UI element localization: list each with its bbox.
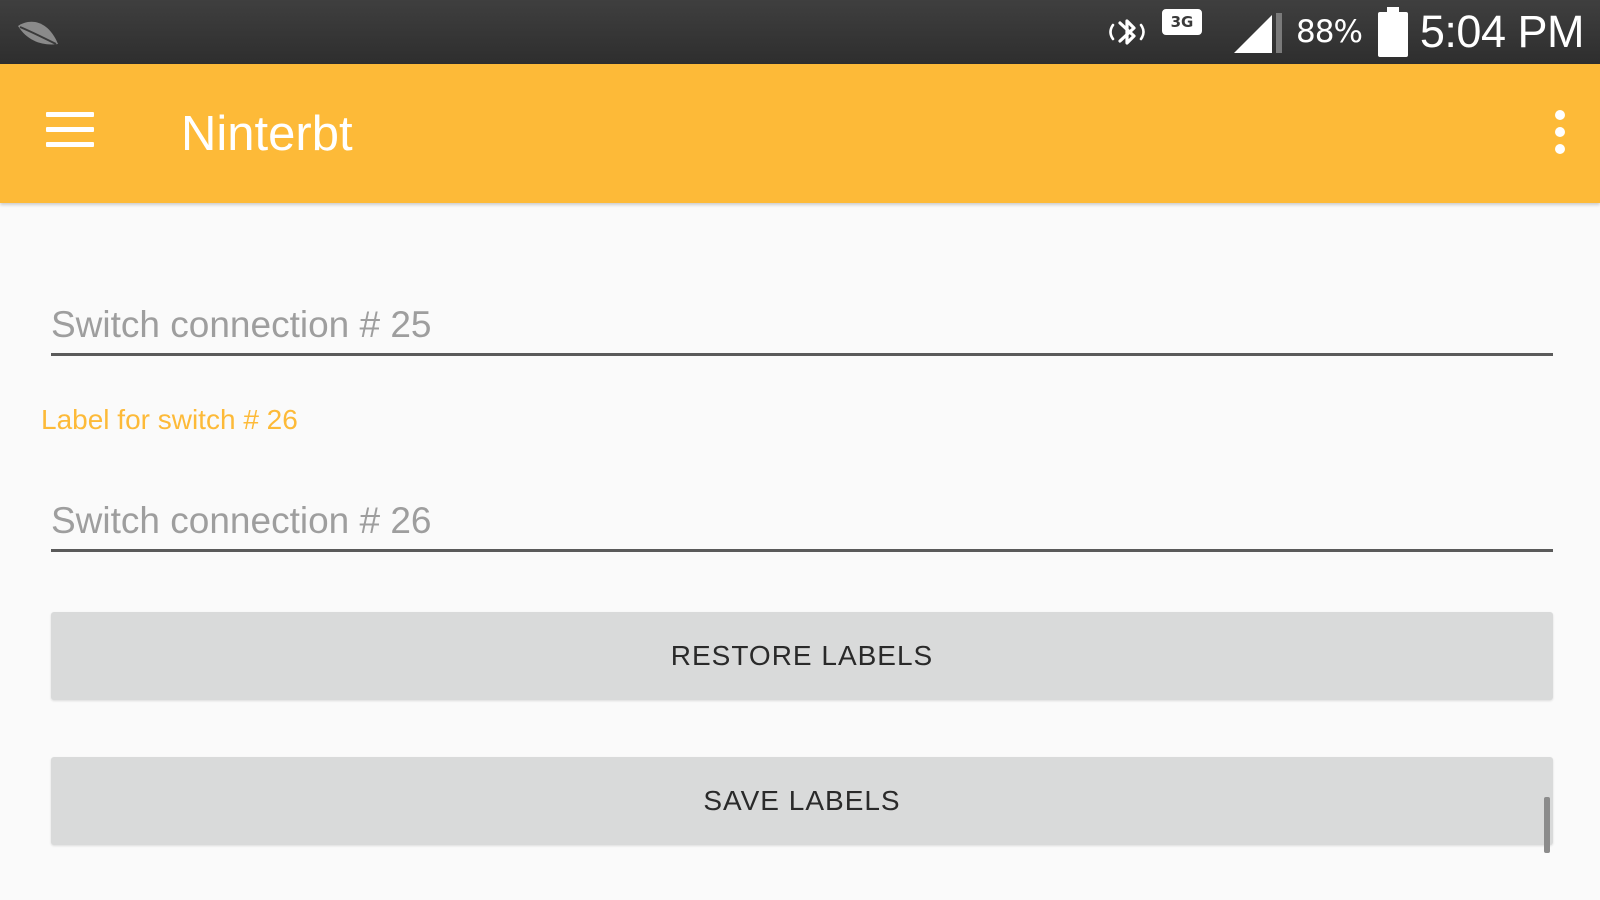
bluetooth-icon — [1109, 19, 1145, 45]
hamburger-menu-icon[interactable] — [46, 112, 94, 152]
app-title: Ninterbt — [181, 107, 353, 161]
status-time: 5:04 PM — [1419, 6, 1585, 57]
status-bar: 3G 88% 5:04 PM — [0, 0, 1600, 64]
switch-26-floating-label: Label for switch # 26 — [41, 404, 298, 435]
switch-25-label-input[interactable] — [51, 296, 1553, 356]
more-vert-icon[interactable] — [1550, 110, 1570, 158]
status-icons: 3G 88% 5:04 PM — [1104, 0, 1585, 64]
battery-percent: 88% — [1296, 14, 1363, 50]
network-type-badge: 3G — [1162, 9, 1202, 35]
restore-labels-button[interactable]: RESTORE LABELS — [51, 612, 1553, 700]
battery-icon — [1377, 7, 1408, 57]
app-screen: 3G 88% 5:04 PM Ninterbt La — [0, 0, 1600, 900]
save-labels-button[interactable]: SAVE LABELS — [51, 757, 1553, 845]
signal-icon — [1234, 13, 1282, 53]
scroll-indicator[interactable] — [1544, 797, 1550, 853]
app-bar: Ninterbt — [0, 64, 1600, 203]
leaf-icon — [18, 21, 58, 45]
switch-26-label-input[interactable] — [51, 492, 1553, 552]
